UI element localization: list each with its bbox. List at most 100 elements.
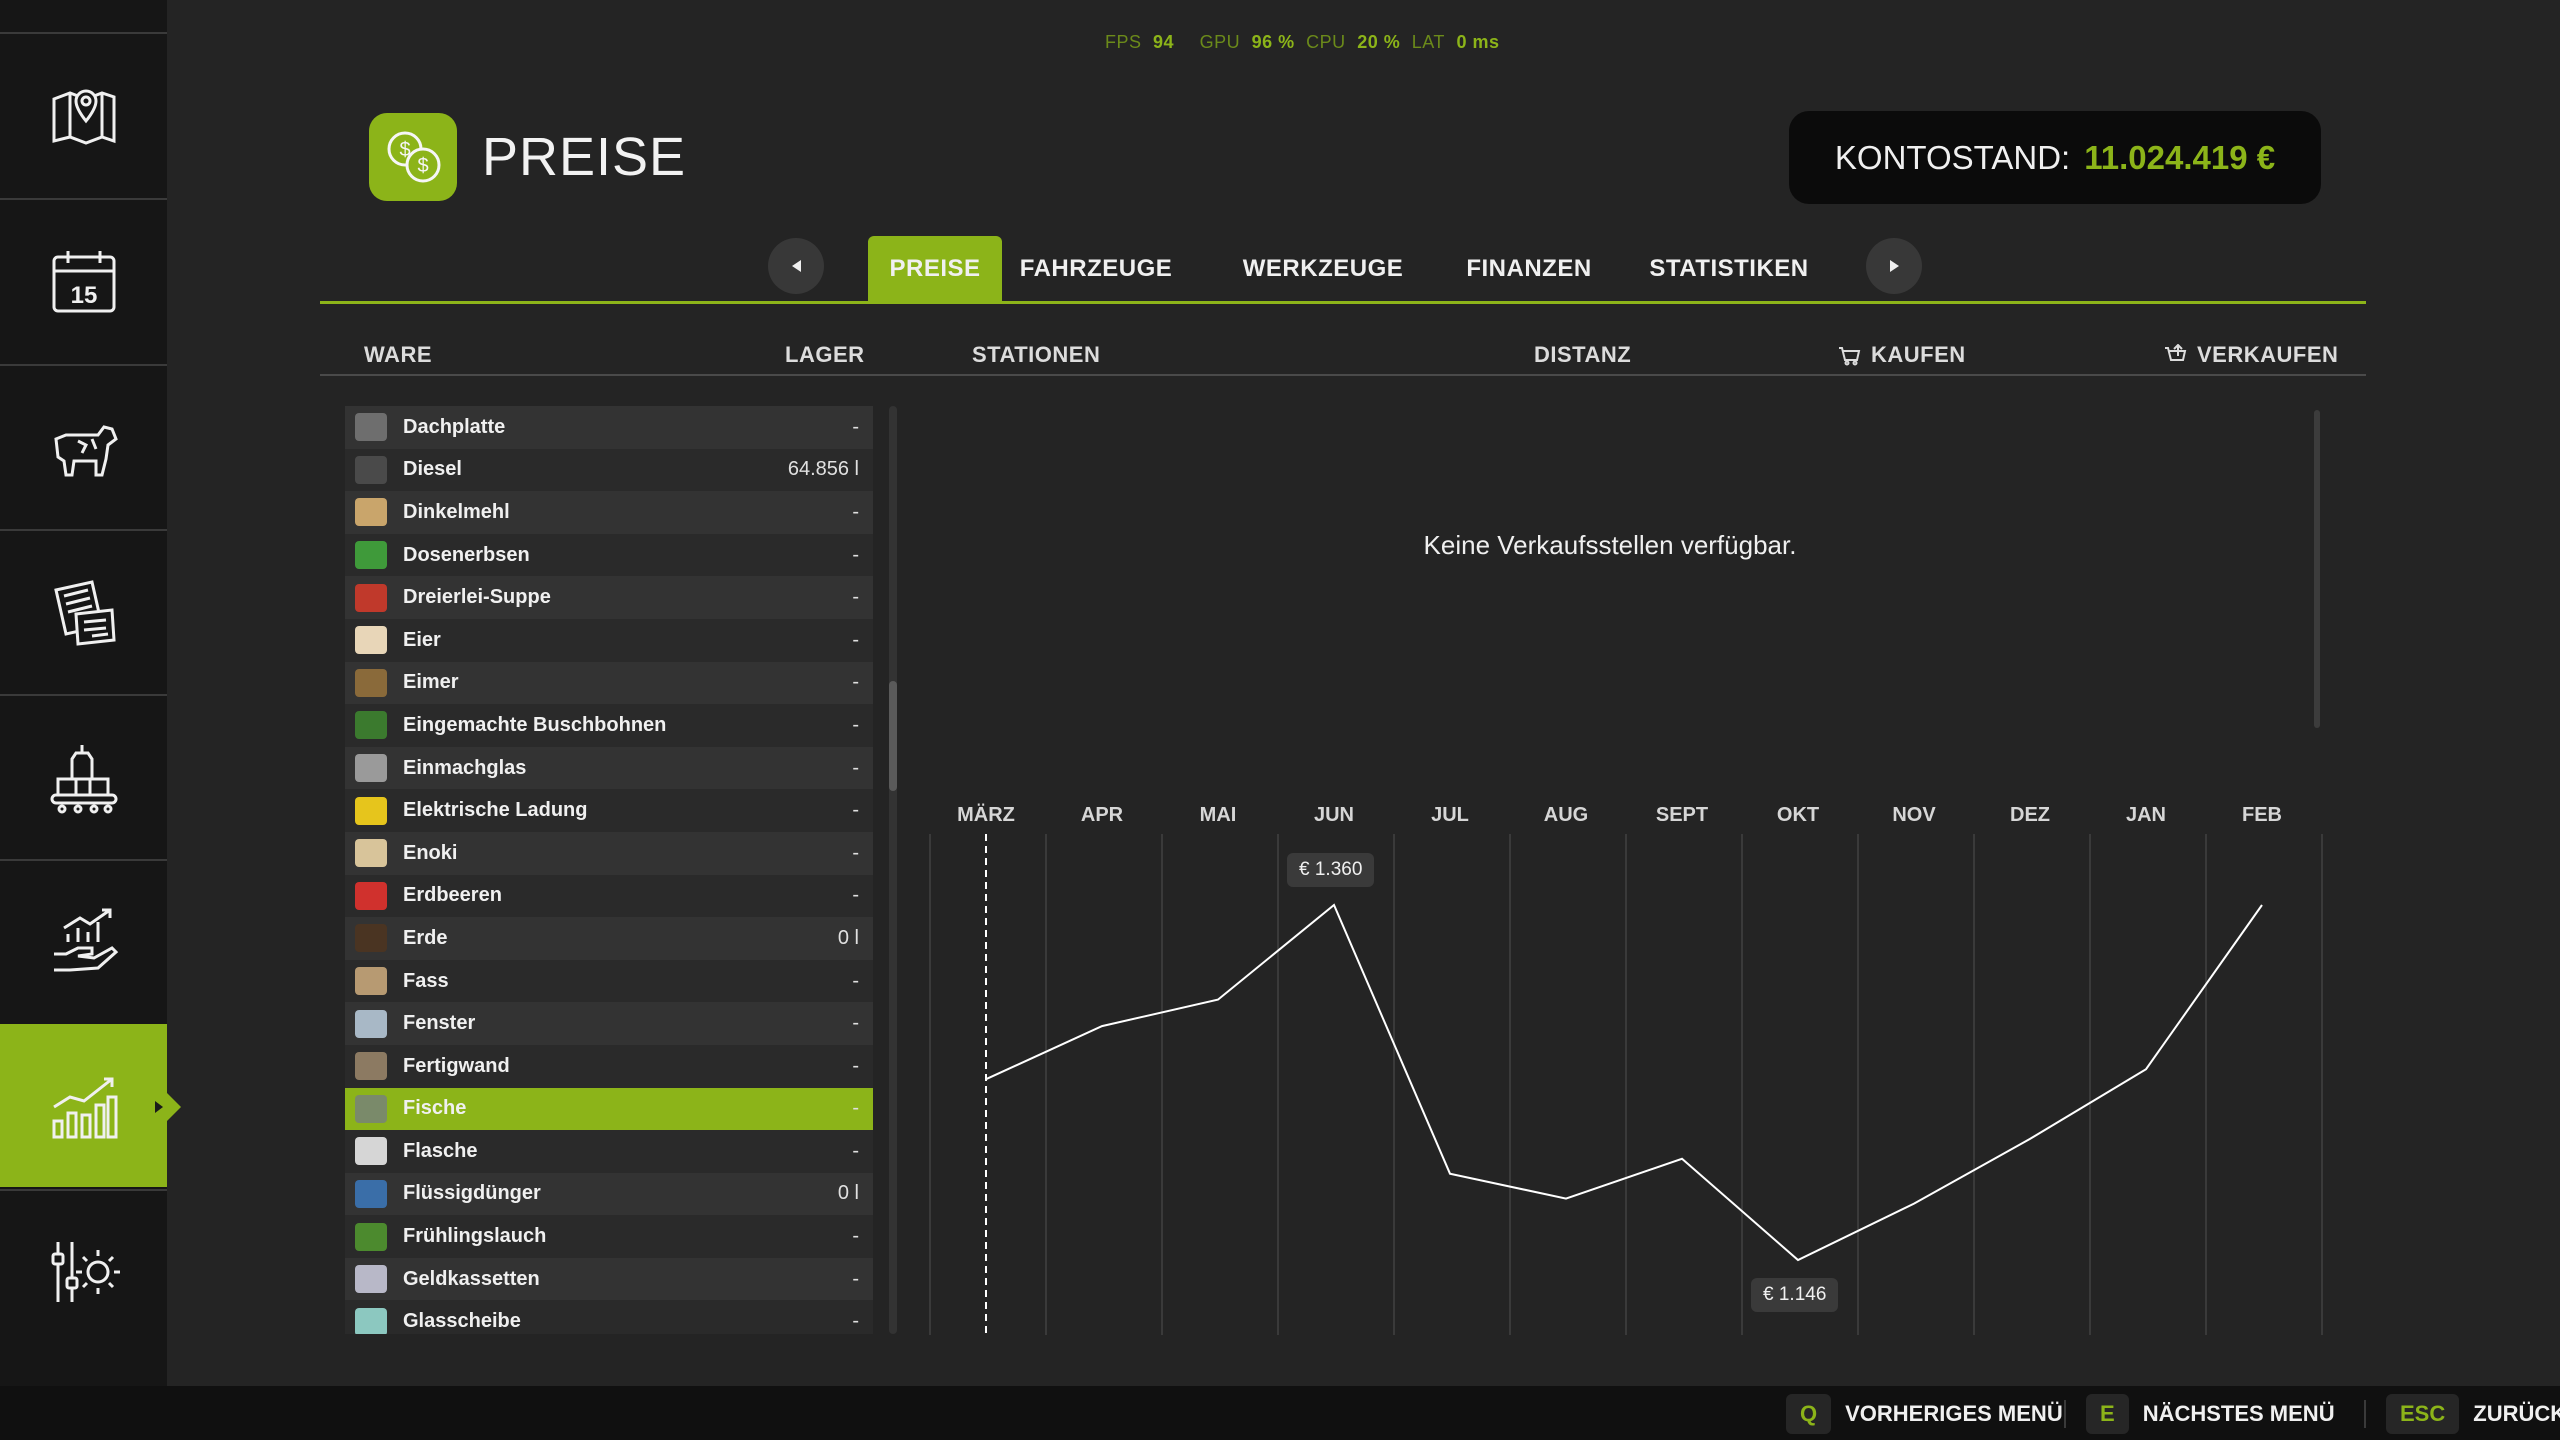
tab-statistiken[interactable]: STATISTIKEN <box>1640 236 1818 302</box>
key-e: E <box>2086 1394 2129 1434</box>
price-point[interactable] <box>1330 901 1338 909</box>
sidebar-item-finance[interactable] <box>0 859 167 1022</box>
month-label: OKT <box>1777 804 1819 826</box>
product-icon <box>355 1179 387 1208</box>
product-name: Eier <box>403 628 441 651</box>
product-row[interactable]: Fertigwand - <box>345 1044 873 1088</box>
price-point[interactable] <box>982 1075 990 1083</box>
product-row[interactable]: Fass - <box>345 959 873 1003</box>
product-row[interactable]: Elektrische Ladung - <box>345 789 873 832</box>
tab-werkzeuge[interactable]: WERKZEUGE <box>1238 236 1408 302</box>
svg-text:$: $ <box>417 155 428 177</box>
product-row[interactable]: Einmachglas - <box>345 746 873 790</box>
col-stationen: STATIONEN <box>972 342 1101 367</box>
cpu-label: CPU <box>1306 32 1346 52</box>
price-point[interactable] <box>1098 1022 1106 1030</box>
sidebar-item-prices[interactable] <box>0 1024 181 1187</box>
tab-fahrzeuge[interactable]: FAHRZEUGE <box>1020 236 1172 302</box>
sidebar-item-settings[interactable] <box>0 1189 167 1352</box>
product-icon <box>355 1137 387 1166</box>
product-row[interactable]: Fische - <box>345 1087 873 1131</box>
tab-preise[interactable]: PREISE <box>868 236 1002 302</box>
product-icon <box>355 967 387 996</box>
col-kaufen-label: KAUFEN <box>1871 342 1966 367</box>
product-name: Elektrische Ladung <box>403 799 588 822</box>
product-row[interactable]: Fenster - <box>345 1002 873 1045</box>
product-row[interactable]: Diesel 64.856 l <box>345 448 873 492</box>
product-icon <box>355 839 387 868</box>
product-name: Frühlingslauch <box>403 1225 547 1248</box>
price-point[interactable] <box>1794 1256 1802 1264</box>
scrollbar-thumb[interactable] <box>889 681 897 791</box>
product-stock: - <box>852 543 859 566</box>
product-icon <box>355 413 387 442</box>
tab-bar: PREISE FAHRZEUGE WERKZEUGE FINANZEN STAT… <box>320 236 2366 304</box>
product-icon <box>355 1009 387 1038</box>
product-name: Fertigwand <box>403 1054 510 1077</box>
product-row[interactable]: Erdbeeren - <box>345 874 873 918</box>
sidebar-item-production[interactable] <box>0 694 167 857</box>
fps-label: FPS <box>1105 32 1142 52</box>
tab-next-button[interactable] <box>1866 238 1922 294</box>
sidebar-item-contracts[interactable] <box>0 529 167 692</box>
product-icon <box>355 924 387 953</box>
tab-prev-button[interactable] <box>768 238 824 294</box>
product-name: Enoki <box>403 841 458 864</box>
fps-value: 94 <box>1153 32 1175 52</box>
product-list[interactable]: Dachplatte - Diesel 64.856 l Dinkelmehl - Dose… <box>345 406 873 1334</box>
product-stock: - <box>852 1225 859 1248</box>
col-lager: LAGER <box>785 342 865 367</box>
price-point[interactable] <box>1562 1195 1570 1203</box>
product-list-scrollbar[interactable] <box>889 406 897 1334</box>
product-row[interactable]: Erde 0 l <box>345 917 873 960</box>
col-kaufen: KAUFEN <box>1837 342 1966 368</box>
hint-label: ZURÜCK <box>2473 1401 2560 1426</box>
hint-next-menu[interactable]: E NÄCHSTES MENÜ <box>2086 1394 2335 1434</box>
price-point[interactable] <box>2026 1135 2034 1143</box>
product-row[interactable]: Dachplatte - <box>345 406 873 449</box>
price-history-chart: MÄRZ APR MAI JUN JUL AUG SEPT OKT NOV DEZ JAN FEB €… <box>900 780 2340 1340</box>
product-row[interactable]: Flasche - <box>345 1130 873 1173</box>
product-icon <box>355 498 387 527</box>
svg-text:$: $ <box>399 139 410 161</box>
product-row[interactable]: Dinkelmehl - <box>345 491 873 534</box>
product-stock: 64.856 l <box>787 458 859 481</box>
product-row[interactable]: Dosenerbsen - <box>345 533 873 577</box>
product-row[interactable]: Eier - <box>345 618 873 662</box>
product-name: Eingemachte Buschbohnen <box>403 713 667 736</box>
month-label: JUN <box>1314 804 1354 826</box>
product-stock: - <box>852 1139 859 1162</box>
product-stock: - <box>852 1267 859 1290</box>
product-icon <box>355 1094 387 1123</box>
stations-scrollbar[interactable] <box>2314 410 2320 728</box>
tab-finanzen[interactable]: FINANZEN <box>1454 236 1604 302</box>
stations-empty-message: Keine Verkaufsstellen verfügbar. <box>1423 530 1797 560</box>
svg-text:15: 15 <box>70 282 97 309</box>
product-row[interactable]: Eimer - <box>345 661 873 705</box>
bottom-hint-bar: Q VORHERIGES MENÜ E NÄCHSTES MENÜ ESC ZU… <box>0 1386 2560 1440</box>
sidebar-item-animals[interactable] <box>0 364 167 527</box>
price-point[interactable] <box>2142 1065 2150 1073</box>
product-stock: - <box>852 628 859 651</box>
product-row[interactable]: Frühlingslauch - <box>345 1215 873 1258</box>
price-point[interactable] <box>2258 901 2266 909</box>
product-row[interactable]: Geldkassetten - <box>345 1257 873 1301</box>
hint-previous-menu[interactable]: Q VORHERIGES MENÜ <box>1786 1394 2063 1434</box>
product-row[interactable]: Eingemachte Buschbohnen - <box>345 704 873 747</box>
product-row[interactable]: Flüssigdünger 0 l <box>345 1172 873 1216</box>
product-name: Diesel <box>403 458 462 481</box>
price-point[interactable] <box>1446 1170 1454 1178</box>
price-point[interactable] <box>1214 996 1222 1004</box>
sidebar-item-calendar[interactable]: 15 <box>0 198 167 361</box>
price-point[interactable] <box>1678 1155 1686 1163</box>
product-name: Einmachglas <box>403 756 527 779</box>
sidebar-item-map[interactable] <box>0 32 167 195</box>
product-row[interactable]: Glasscheibe - <box>345 1300 873 1334</box>
price-point[interactable] <box>1910 1200 1918 1208</box>
month-label: SEPT <box>1656 804 1708 826</box>
product-row[interactable]: Dreierlei-Suppe - <box>345 576 873 619</box>
bar-chart-icon <box>52 1077 117 1138</box>
product-stock: 0 l <box>837 926 859 949</box>
product-row[interactable]: Enoki - <box>345 831 873 875</box>
hint-back[interactable]: ESC ZURÜCK <box>2386 1394 2560 1434</box>
